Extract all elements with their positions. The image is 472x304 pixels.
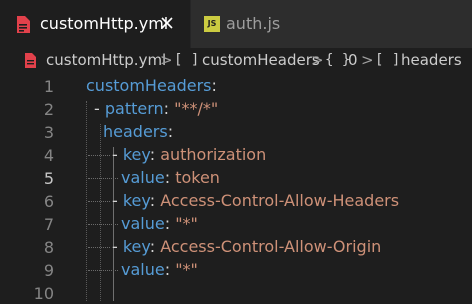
line-number: 3	[43, 123, 54, 142]
whitespace-dots	[88, 247, 110, 249]
breadcrumb: customHttp.yml > [ ] customHeaders > { }…	[0, 48, 472, 74]
yaml-colon: :	[149, 237, 161, 256]
yaml-key: value	[121, 168, 165, 187]
code-editor[interactable]: 1 customHeaders: 2 - pattern: "**/*" 3 h…	[0, 74, 472, 303]
yaml-key: pattern	[104, 99, 164, 118]
line-number: 6	[43, 192, 54, 211]
close-icon[interactable]	[159, 15, 175, 31]
line-number: 7	[43, 215, 54, 234]
array-icon: [ ]	[174, 52, 200, 68]
line-number: 4	[43, 146, 54, 165]
yaml-dash: -	[112, 145, 123, 164]
yaml-colon: :	[163, 99, 175, 118]
yaml-value: "*"	[175, 260, 198, 279]
code-line: 2 - pattern: "**/*"	[0, 97, 472, 120]
yaml-dash: -	[112, 237, 123, 256]
whitespace-dots	[88, 178, 118, 180]
yaml-key: value	[121, 260, 165, 279]
whitespace-dots	[88, 201, 110, 203]
object-icon: { }	[325, 52, 351, 68]
breadcrumb-item-headers[interactable]: headers	[401, 51, 462, 69]
yaml-value: Access-Control-Allow-Headers	[160, 191, 400, 210]
yaml-key: key	[122, 191, 150, 210]
yaml-value: authorization	[160, 145, 267, 164]
breadcrumb-item-0[interactable]: 0	[348, 51, 358, 69]
yaml-key: headers	[103, 122, 168, 141]
yaml-key: value	[121, 214, 165, 233]
whitespace-dots	[88, 155, 110, 157]
js-file-icon: JS	[204, 16, 220, 32]
code-line: 1 customHeaders:	[0, 74, 472, 97]
line-number: 8	[43, 238, 54, 257]
yaml-colon: :	[167, 122, 174, 141]
breadcrumb-file[interactable]: customHttp.yml	[46, 51, 166, 69]
tab-label: auth.js	[226, 14, 281, 33]
yaml-value: "**/*"	[174, 99, 219, 118]
line-number: 9	[43, 261, 54, 280]
yaml-value: token	[175, 168, 220, 187]
code-line: 3 headers:	[0, 120, 472, 143]
line-number: 5	[43, 169, 54, 188]
yaml-colon: :	[211, 76, 217, 95]
code-line-current: 5 value: token	[0, 166, 472, 189]
yaml-colon: :	[149, 145, 161, 164]
yaml-value: Access-Control-Allow-Origin	[160, 237, 382, 256]
tab-auth-js[interactable]: JS auth.js	[190, 0, 472, 48]
yaml-key: key	[122, 145, 150, 164]
code-line: 10	[0, 281, 472, 304]
yaml-file-icon	[17, 16, 30, 33]
yaml-dash: -	[112, 191, 123, 210]
tab-label: customHttp.yml	[40, 14, 169, 33]
yaml-key: customHeaders	[86, 76, 212, 95]
yaml-colon: :	[164, 214, 176, 233]
yaml-colon: :	[164, 260, 176, 279]
yaml-file-icon	[25, 53, 36, 68]
breadcrumb-separator: >	[311, 51, 324, 69]
tab-bar: customHttp.yml JS auth.js	[0, 0, 472, 49]
line-number: 1	[43, 77, 54, 96]
yaml-colon: :	[164, 168, 176, 187]
whitespace-dots	[88, 224, 118, 226]
code-line: 8 - key: Access-Control-Allow-Origin	[0, 235, 472, 258]
code-line: 6 - key: Access-Control-Allow-Headers	[0, 189, 472, 212]
code-line: 4 - key: authorization	[0, 143, 472, 166]
code-line: 9 value: "*"	[0, 258, 472, 281]
code-line: 7 value: "*"	[0, 212, 472, 235]
breadcrumb-separator: >	[160, 51, 173, 69]
yaml-dash: -	[94, 99, 105, 118]
yaml-colon: :	[149, 191, 161, 210]
yaml-key: key	[122, 237, 150, 256]
whitespace-dots	[88, 270, 118, 272]
tab-customhttp-yml[interactable]: customHttp.yml	[0, 0, 190, 48]
breadcrumb-item-customheaders[interactable]: customHeaders	[202, 51, 320, 69]
yaml-value: "*"	[175, 214, 198, 233]
line-number: 2	[43, 100, 54, 119]
breadcrumb-separator: >	[361, 51, 374, 69]
line-number: 10	[33, 284, 54, 303]
array-icon: [ ]	[375, 52, 401, 68]
